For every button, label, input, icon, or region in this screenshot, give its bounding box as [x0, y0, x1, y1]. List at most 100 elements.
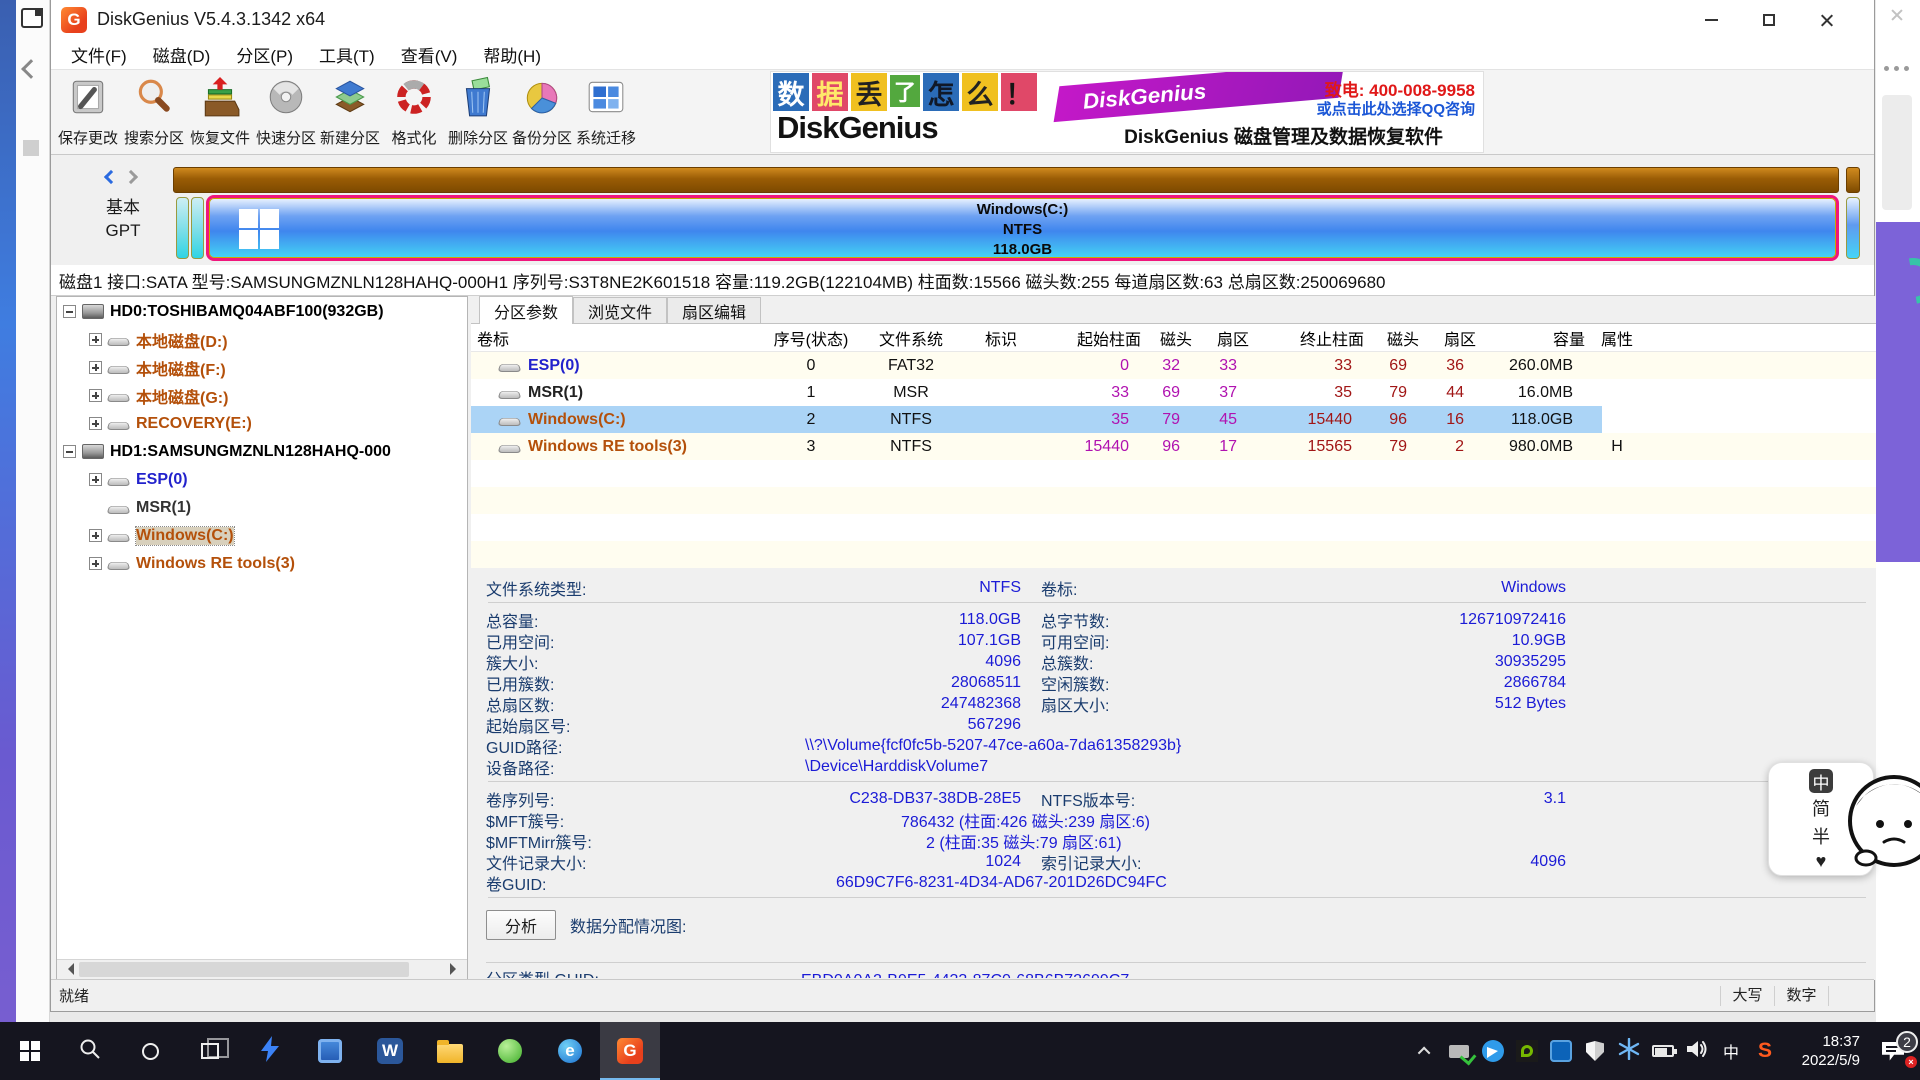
bird-icon	[1482, 1040, 1504, 1062]
tree-item-msr[interactable]: MSR(1)	[57, 494, 467, 521]
tray-nvidia[interactable]	[1510, 1022, 1544, 1080]
table-row-windows-re[interactable]: Windows RE tools(3) 3 NTFS 15440 96 17 1…	[471, 433, 1876, 460]
expand-icon[interactable]	[89, 417, 102, 430]
tray-printer[interactable]	[1442, 1022, 1476, 1080]
scrollbar	[1882, 95, 1912, 210]
partition-detail-panel: 分区参数 浏览文件 扇区编辑 卷标 序号(状态) 文件系统 标识 起始柱面 磁头…	[471, 296, 1876, 980]
tray-intel-graphics[interactable]	[1544, 1022, 1578, 1080]
expand-icon[interactable]	[89, 473, 102, 486]
tree-item-windows-re[interactable]: Windows RE tools(3)	[57, 550, 467, 577]
tray-defender[interactable]: ×	[1578, 1022, 1612, 1080]
battery-icon	[1652, 1045, 1674, 1057]
taskbar-clock[interactable]: 18:37 2022/5/9	[1782, 1032, 1866, 1070]
expand-icon[interactable]	[89, 557, 102, 570]
taskbar-app-diskgenius[interactable]: G	[600, 1022, 660, 1080]
disk-bus-label: 基本	[91, 193, 155, 218]
tray-snowflake-app[interactable]	[1612, 1022, 1646, 1080]
partition-block-esp[interactable]	[176, 197, 189, 259]
tray-battery[interactable]	[1646, 1022, 1680, 1080]
table-row-windows-c-selected[interactable]: Windows(C:) 2 NTFS 35 79 45 15440 96 16 …	[471, 406, 1876, 433]
maximize-button[interactable]	[1740, 0, 1798, 40]
tray-expand-button[interactable]	[1408, 1022, 1442, 1080]
format-button[interactable]: 格式化	[381, 76, 447, 150]
menu-disk[interactable]: 磁盘(D)	[153, 42, 211, 67]
tree-item-local-f[interactable]: 本地磁盘(F:)	[57, 354, 467, 381]
collapse-icon[interactable]	[63, 445, 76, 458]
tree-item-windows-c[interactable]: Windows(C:)	[57, 522, 467, 549]
cortana-button[interactable]	[120, 1022, 180, 1080]
tab-sector-edit[interactable]: 扇区编辑	[667, 297, 761, 323]
table-header-row: 卷标 序号(状态) 文件系统 标识 起始柱面 磁头 扇区 终止柱面 磁头 扇区 …	[471, 324, 1876, 352]
menu-view[interactable]: 查看(V)	[401, 42, 458, 67]
ime-simplified[interactable]: 简	[1812, 795, 1830, 821]
banner-logo: DiskGenius	[777, 110, 938, 146]
menu-help[interactable]: 帮助(H)	[483, 42, 541, 67]
task-view-button[interactable]	[180, 1022, 240, 1080]
expand-icon[interactable]	[89, 529, 102, 542]
partition-block-re-tools[interactable]	[1846, 197, 1860, 259]
expand-icon[interactable]	[89, 361, 102, 374]
delete-partition-button[interactable]: 删除分区	[445, 76, 511, 150]
tree-item-local-g[interactable]: 本地磁盘(G:)	[57, 382, 467, 409]
quick-partition-button[interactable]: 快速分区	[253, 76, 319, 150]
taskbar-app-word[interactable]: W	[360, 1022, 420, 1080]
tree-item-esp[interactable]: ESP(0)	[57, 466, 467, 493]
tree-horizontal-scrollbar[interactable]	[57, 959, 467, 979]
banner-tile: 数	[773, 73, 809, 111]
tray-ime-indicator[interactable]: 中	[1714, 1022, 1748, 1080]
menu-partition[interactable]: 分区(P)	[236, 42, 293, 67]
next-disk-icon[interactable]	[124, 170, 138, 184]
scroll-right-icon[interactable]	[450, 963, 462, 975]
action-center-button[interactable]: 2	[1866, 1042, 1920, 1061]
partition-block-msr[interactable]	[191, 197, 204, 259]
tab-partition-params[interactable]: 分区参数	[479, 296, 573, 324]
backup-partition-button[interactable]: 备份分区	[509, 76, 575, 150]
taskbar-app-browser360[interactable]	[480, 1022, 540, 1080]
taskbar-app-edge[interactable]: e	[540, 1022, 600, 1080]
disk-capacity-bar-end	[1846, 167, 1860, 193]
tray-volume[interactable]	[1680, 1022, 1714, 1080]
partition-icon	[106, 506, 130, 514]
partition-icon	[106, 478, 130, 486]
prev-disk-icon[interactable]	[104, 170, 118, 184]
volume-details: 文件系统类型:NTFS 卷标:Windows 总容量:118.0GB 总字节数:…	[471, 568, 1876, 940]
tab-browse-files[interactable]: 浏览文件	[573, 297, 667, 323]
menu-file[interactable]: 文件(F)	[71, 42, 127, 67]
scrollbar-thumb[interactable]	[79, 962, 409, 977]
disk-info-bar: 磁盘1 接口:SATA 型号:SAMSUNGMZNLN128HAHQ-000H1…	[51, 265, 1874, 296]
system-migration-button[interactable]: 系统迁移	[573, 76, 639, 150]
new-partition-button[interactable]: 新建分区	[317, 76, 383, 150]
collapse-icon[interactable]	[63, 305, 76, 318]
tray-sogou[interactable]: S	[1748, 1022, 1782, 1080]
partition-icon	[106, 366, 130, 374]
analyze-button[interactable]: 分析	[486, 910, 556, 940]
start-button[interactable]	[0, 1022, 60, 1080]
taskbar-app-explorer[interactable]	[420, 1022, 480, 1080]
heart-icon[interactable]: ♥	[1816, 851, 1827, 872]
ime-mode-chinese[interactable]: 中	[1809, 769, 1833, 793]
expand-icon[interactable]	[89, 389, 102, 402]
taskbar-app-box[interactable]	[300, 1022, 360, 1080]
close-button[interactable]	[1798, 0, 1856, 40]
menu-tools[interactable]: 工具(T)	[319, 42, 375, 67]
table-row-msr[interactable]: MSR(1) 1 MSR 33 69 37 35 79 44 16.0MB	[471, 379, 1876, 406]
taskbar-app-thunder[interactable]	[240, 1022, 300, 1080]
banner-qq-link[interactable]: 或点击此处选择QQ咨询	[1317, 98, 1475, 119]
search-partition-button[interactable]: 搜索分区	[121, 76, 187, 150]
ime-halfwidth[interactable]: 半	[1812, 823, 1830, 849]
taskbar-search-button[interactable]	[60, 1022, 120, 1080]
tree-item-hd0[interactable]: HD0:TOSHIBAMQ04ABF100(932GB)	[57, 298, 467, 325]
table-row-esp[interactable]: ESP(0) 0 FAT32 0 32 33 33 69 36 260.0MB	[471, 352, 1876, 379]
recover-files-button[interactable]: 恢复文件	[187, 76, 253, 150]
partition-block-windows-c[interactable]: Windows(C:) NTFS 118.0GB	[206, 195, 1839, 261]
tree-item-local-d[interactable]: 本地磁盘(D:)	[57, 326, 467, 353]
tree-item-recovery-e[interactable]: RECOVERY(E:)	[57, 410, 467, 437]
banner-ad[interactable]: 数 据 丢 了 怎 么 ！ DiskGenius DiskGenius 致电: …	[770, 71, 1484, 153]
save-changes-button[interactable]: 保存更改	[55, 76, 121, 150]
minimize-button[interactable]	[1682, 0, 1740, 40]
expand-icon[interactable]	[89, 333, 102, 346]
tray-messenger[interactable]	[1476, 1022, 1510, 1080]
scroll-left-icon[interactable]	[62, 963, 74, 975]
more-options-icon	[1884, 66, 1912, 72]
tree-item-hd1[interactable]: HD1:SAMSUNGMZNLN128HAHQ-000	[57, 438, 467, 465]
